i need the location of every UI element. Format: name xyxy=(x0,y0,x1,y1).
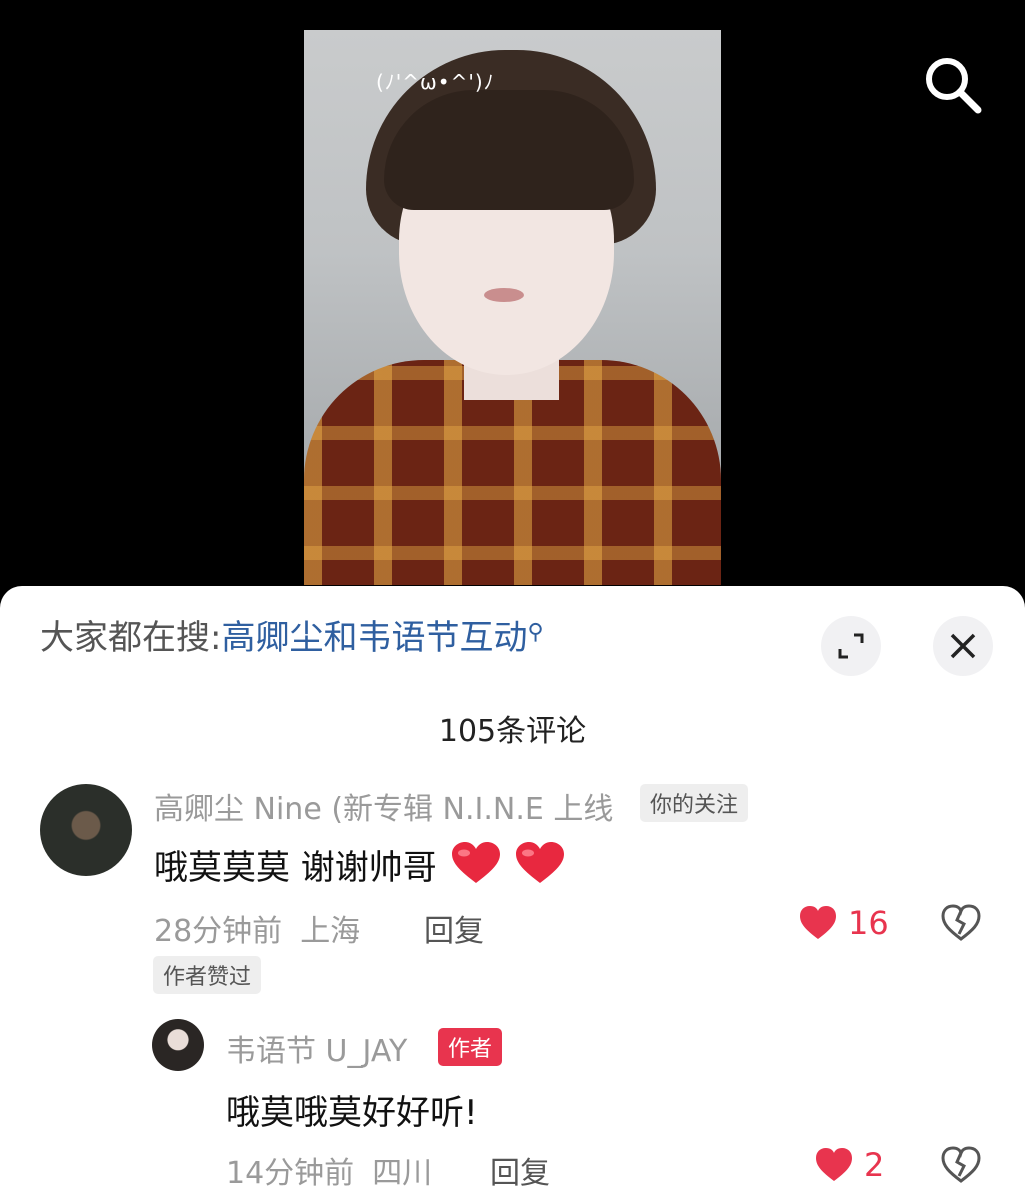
avatar[interactable] xyxy=(152,1019,204,1071)
close-icon xyxy=(950,633,976,659)
author-liked-badge: 作者赞过 xyxy=(153,956,262,994)
video-player[interactable]: (ﾉ'^ω•^')ﾉ xyxy=(0,0,1025,600)
avatar[interactable] xyxy=(40,784,132,876)
comment-time: 14分钟前 xyxy=(226,1156,355,1191)
comment-location: 上海 xyxy=(300,914,361,949)
video-thumbnail[interactable]: (ﾉ'^ω•^')ﾉ xyxy=(304,30,721,585)
like-count: 2 xyxy=(864,1146,885,1184)
like-count: 16 xyxy=(848,904,889,942)
expand-button[interactable] xyxy=(821,616,881,676)
dislike-button[interactable] xyxy=(940,1146,982,1188)
trending-search-prefix: 大家都在搜: xyxy=(40,618,222,658)
like-button[interactable]: 16 xyxy=(798,904,889,942)
trending-search-link[interactable]: 高卿尘和韦语节互动 xyxy=(221,618,527,658)
comment-text: 哦莫莫莫 谢谢帅哥 xyxy=(154,840,566,889)
broken-heart-icon xyxy=(941,904,981,941)
comment-username[interactable]: 高卿尘 Nine (新专辑 N.I.N.E 上线 xyxy=(154,784,613,828)
like-button[interactable]: 2 xyxy=(814,1146,884,1184)
search-small-icon: ⚲ xyxy=(527,620,544,645)
following-badge: 你的关注 xyxy=(640,784,749,822)
heart-icon xyxy=(800,906,836,939)
comment-username[interactable]: 韦语节 U_JAY xyxy=(226,1026,407,1070)
search-icon xyxy=(926,58,982,114)
reply-button[interactable]: 回复 xyxy=(424,906,484,950)
comment-time: 28分钟前 xyxy=(154,914,283,949)
close-button[interactable] xyxy=(933,616,993,676)
comment-meta: 28分钟前 上海 xyxy=(154,906,360,950)
trending-search: 大家都在搜:高卿尘和韦语节互动⚲ xyxy=(40,610,544,659)
comment-count: 105条评论 xyxy=(438,714,587,749)
lips xyxy=(484,288,524,302)
comment-meta: 14分钟前 四川 xyxy=(226,1148,432,1192)
heart-emoji-icon xyxy=(451,842,500,883)
broken-heart-icon xyxy=(941,1146,981,1183)
comment-sheet: 大家都在搜:高卿尘和韦语节互动⚲ 105条评论 高卿尘 Nine (新专辑 N.… xyxy=(0,586,1025,1200)
fringe xyxy=(384,90,634,210)
reply-button[interactable]: 回复 xyxy=(490,1148,550,1192)
comment-location: 四川 xyxy=(372,1156,433,1191)
search-button[interactable] xyxy=(920,52,986,118)
comment-text-body: 哦莫莫莫 谢谢帅哥 xyxy=(154,848,437,888)
expand-icon xyxy=(838,633,864,659)
heart-emoji-icon xyxy=(516,842,565,883)
video-overlay-text: (ﾉ'^ω•^')ﾉ xyxy=(376,70,495,94)
dislike-button[interactable] xyxy=(940,904,982,946)
author-badge: 作者 xyxy=(438,1028,503,1066)
heart-icon xyxy=(816,1148,852,1181)
comment-text: 哦莫哦莫好好听! xyxy=(226,1093,478,1133)
